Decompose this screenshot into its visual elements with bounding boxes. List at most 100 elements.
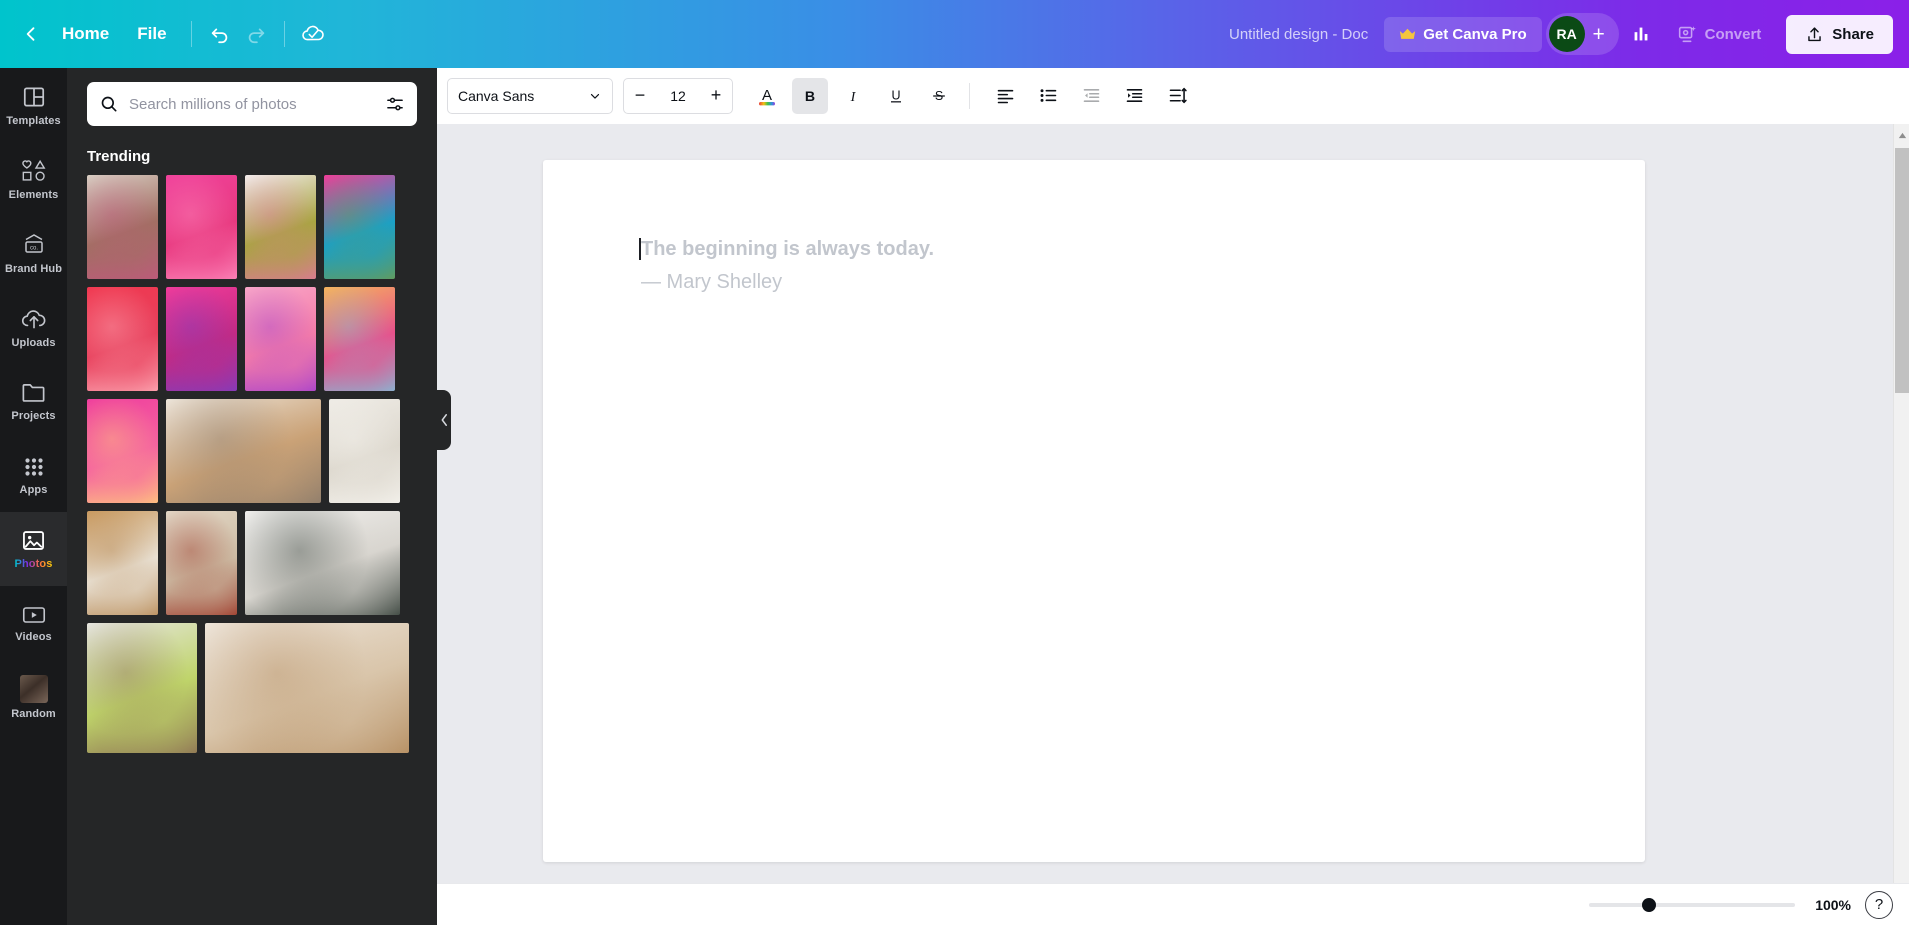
increase-indent-button[interactable] <box>1116 78 1152 114</box>
triangle-up-icon <box>1898 132 1907 139</box>
line-spacing-button[interactable] <box>1159 78 1195 114</box>
bulleted-list-button[interactable] <box>1030 78 1066 114</box>
photo-thumbnail-image <box>324 287 395 391</box>
zoom-slider-knob[interactable] <box>1642 898 1656 912</box>
bottom-bar: 100% ? <box>437 883 1909 925</box>
sidebar-item-uploads[interactable]: Uploads <box>0 290 67 364</box>
sidebar-item-apps[interactable]: Apps <box>0 438 67 512</box>
bold-button[interactable]: B <box>792 78 828 114</box>
line-spacing-icon <box>1167 85 1188 106</box>
random-thumbnail-icon <box>20 675 48 703</box>
search-icon <box>99 94 119 114</box>
align-button[interactable] <box>987 78 1023 114</box>
collaborators-group[interactable]: RA + <box>1546 13 1619 55</box>
strikethrough-button[interactable]: S <box>921 78 957 114</box>
zoom-slider[interactable] <box>1589 897 1795 913</box>
redo-icon <box>245 23 267 45</box>
photo-painting-wall-roller[interactable] <box>205 623 409 753</box>
photo-yoga-stretch[interactable] <box>87 623 197 753</box>
home-button[interactable]: Home <box>48 16 123 52</box>
quote-line-1-text: The beginning is always today. <box>641 238 934 260</box>
sidebar-item-projects[interactable]: Projects <box>0 364 67 438</box>
underline-button[interactable]: U <box>878 78 914 114</box>
photo-pink-confetti[interactable] <box>166 287 237 391</box>
photo-two-women-flowers[interactable] <box>324 175 395 279</box>
photo-pink-suit-cake[interactable] <box>166 175 237 279</box>
photo-thumbnail-image <box>245 511 400 615</box>
photo-white-bedding[interactable] <box>329 399 400 503</box>
quote-line-2[interactable]: — Mary Shelley <box>641 267 1645 297</box>
get-canva-pro-button[interactable]: Get Canva Pro <box>1384 17 1541 52</box>
back-button[interactable] <box>14 17 48 51</box>
vertical-scrollbar[interactable] <box>1893 124 1909 899</box>
italic-button[interactable]: I <box>835 78 871 114</box>
text-toolbar: Canva Sans − + A B I U S <box>437 68 1909 124</box>
search-input[interactable] <box>129 96 375 113</box>
photo-red-table-dessert[interactable] <box>87 287 158 391</box>
photo-video-call-sign-language[interactable] <box>245 511 400 615</box>
font-family-select[interactable]: Canva Sans <box>447 78 613 114</box>
sidebar-item-label: Random <box>11 708 56 720</box>
photo-pink-gradient-fruit[interactable] <box>87 399 158 503</box>
sidebar-item-videos[interactable]: Videos <box>0 586 67 660</box>
header-divider-2 <box>284 21 285 47</box>
crown-icon <box>1399 27 1416 42</box>
photo-thumbnail-image <box>205 623 409 753</box>
photo-pink-pineapple[interactable] <box>245 175 316 279</box>
sidebar-item-label: Templates <box>6 115 61 127</box>
share-button[interactable]: Share <box>1786 15 1893 54</box>
increase-font-size-button[interactable]: + <box>700 79 732 113</box>
decrease-font-size-button[interactable]: − <box>624 79 656 113</box>
document-text-block[interactable]: The beginning is always today. — Mary Sh… <box>543 160 1645 297</box>
convert-magic-icon <box>1676 23 1698 45</box>
canvas-area[interactable]: The beginning is always today. — Mary Sh… <box>437 124 1909 925</box>
search-box[interactable] <box>87 82 417 126</box>
scroll-up-button[interactable] <box>1894 126 1909 144</box>
document-title-field[interactable]: Untitled design - Doc <box>1217 18 1380 51</box>
sidebar-item-random[interactable]: Random <box>0 660 67 734</box>
photo-moodboard-corkboard[interactable] <box>87 511 158 615</box>
font-size-stepper: − + <box>623 78 733 114</box>
increase-indent-icon <box>1124 85 1145 106</box>
filter-button[interactable] <box>385 94 405 114</box>
photo-woman-pink-flower[interactable] <box>87 175 158 279</box>
help-button[interactable]: ? <box>1865 891 1893 919</box>
sidebar-item-label: Photos <box>15 558 53 570</box>
photo-grid-row <box>87 175 417 279</box>
text-color-icon: A <box>755 84 779 108</box>
photo-thumbnail-image <box>166 511 237 615</box>
photo-desk-laptop-coffee[interactable] <box>166 399 321 503</box>
sidebar-item-photos[interactable]: Photos <box>0 512 67 586</box>
document-page[interactable]: The beginning is always today. — Mary Sh… <box>543 160 1645 862</box>
zoom-percent-label[interactable]: 100% <box>1809 897 1851 913</box>
photo-candle-still-life[interactable] <box>166 511 237 615</box>
collapse-panel-button[interactable] <box>437 390 451 450</box>
undo-button[interactable] <box>202 16 238 52</box>
svg-text:B: B <box>805 89 815 105</box>
templates-icon <box>21 84 47 110</box>
file-menu-button[interactable]: File <box>123 16 180 52</box>
sidebar-item-label: Uploads <box>11 337 55 349</box>
add-collaborator-button[interactable]: + <box>1585 24 1613 45</box>
uploads-icon <box>20 306 48 332</box>
font-size-input[interactable] <box>656 88 700 104</box>
sidebar-item-label: Brand Hub <box>5 263 62 275</box>
header-divider-1 <box>191 21 192 47</box>
convert-button[interactable]: Convert <box>1663 14 1775 54</box>
photo-abstract-blur[interactable] <box>324 287 395 391</box>
decrease-indent-button[interactable] <box>1073 78 1109 114</box>
cloud-saved-button[interactable] <box>295 16 331 52</box>
sidebar-item-elements[interactable]: Elements <box>0 142 67 216</box>
sidebar-item-templates[interactable]: Templates <box>0 68 67 142</box>
chevron-left-icon <box>440 413 449 427</box>
decrease-indent-icon <box>1081 85 1102 106</box>
sidebar-item-brand-hub[interactable]: co. Brand Hub <box>0 216 67 290</box>
photo-thumbnail-image <box>166 175 237 279</box>
insights-button[interactable] <box>1623 16 1659 52</box>
photo-grid[interactable] <box>67 175 437 925</box>
quote-line-1[interactable]: The beginning is always today. <box>641 236 1645 263</box>
redo-button[interactable] <box>238 16 274 52</box>
photo-celebrate-cake-heel[interactable] <box>245 287 316 391</box>
vertical-scrollbar-thumb[interactable] <box>1895 148 1909 393</box>
text-color-button[interactable]: A <box>749 78 785 114</box>
